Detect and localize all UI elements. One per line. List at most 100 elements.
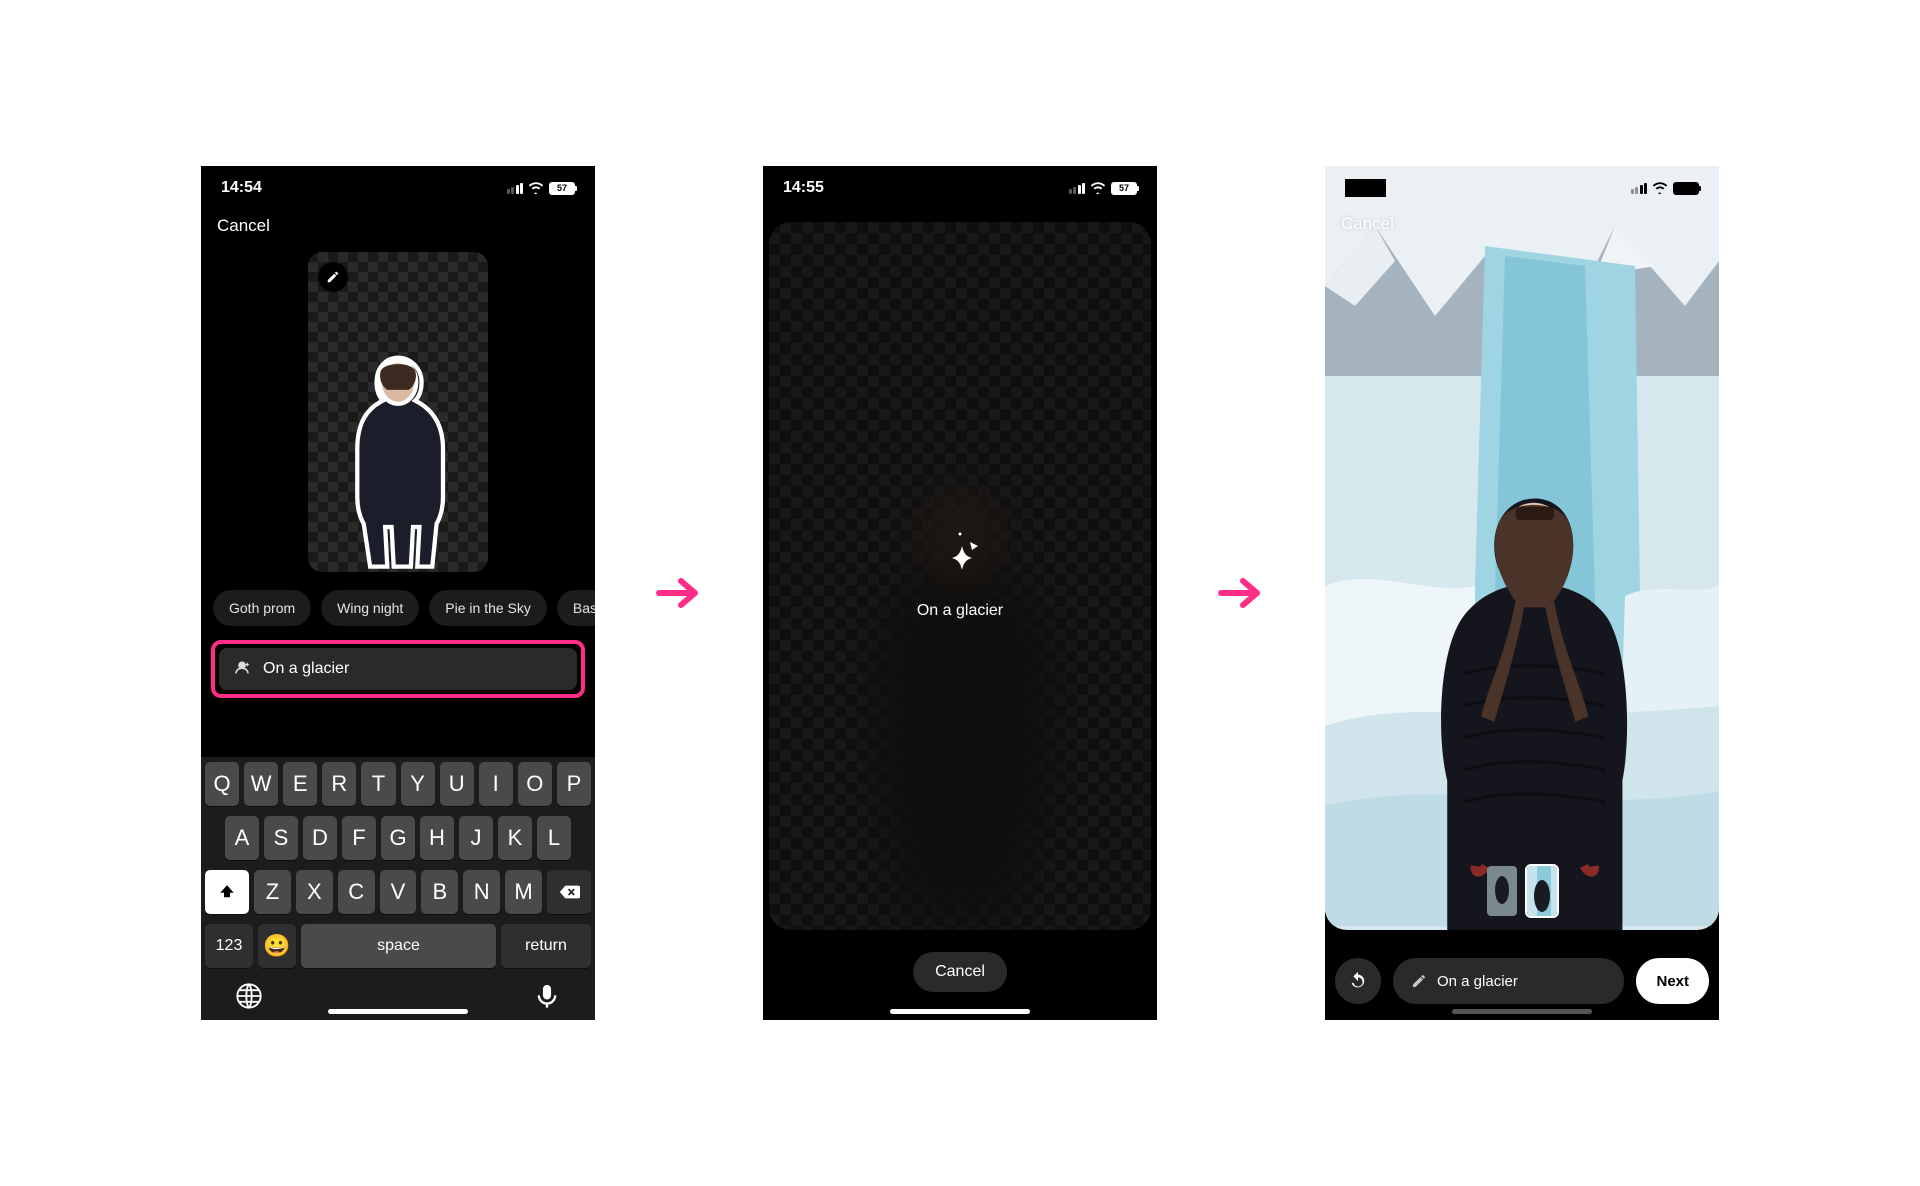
key-w[interactable]: W (244, 762, 278, 806)
key-h[interactable]: H (420, 816, 454, 860)
status-bar: 14:54 57 (201, 166, 595, 210)
keyboard: Q W E R T Y U I O P A S D F G H J K L Z … (201, 757, 595, 1020)
suggestion-chip[interactable]: Goth prom (213, 590, 311, 626)
pencil-icon (1411, 973, 1427, 989)
key-b[interactable]: B (421, 870, 458, 914)
status-indicators: 57 (507, 182, 576, 195)
keyboard-row-2: A S D F G H J K L (205, 816, 591, 860)
highlighted-input-area: On a glacier (211, 640, 585, 698)
pencil-icon (326, 270, 340, 284)
status-time: 14:55 (783, 179, 824, 197)
key-m[interactable]: M (505, 870, 542, 914)
prompt-text: On a glacier (1437, 973, 1518, 990)
key-x[interactable]: X (296, 870, 333, 914)
flow-arrow (655, 575, 703, 611)
home-indicator[interactable] (890, 1009, 1030, 1014)
suggestion-chip[interactable]: Wing night (321, 590, 419, 626)
loading-indicator: On a glacier (917, 532, 1003, 620)
battery-icon: 57 (1111, 182, 1137, 195)
key-z[interactable]: Z (254, 870, 291, 914)
subject-cutout (333, 347, 463, 572)
key-shift[interactable] (205, 870, 249, 914)
key-g[interactable]: G (381, 816, 415, 860)
image-preview (308, 252, 488, 572)
cancel-button[interactable]: Cancel (201, 210, 595, 236)
key-a[interactable]: A (225, 816, 259, 860)
phone-screen-2: 14:55 57 On a glacier Cancel (763, 166, 1157, 1020)
phone-screen-1: 14:54 57 Cancel Goth prom Wing night Pie… (201, 166, 595, 1020)
cellular-icon (1631, 183, 1648, 194)
key-r[interactable]: R (322, 762, 356, 806)
subject-blurred (820, 460, 1100, 930)
cancel-button[interactable]: Cancel (913, 952, 1007, 992)
key-e[interactable]: E (283, 762, 317, 806)
prompt-pill[interactable]: On a glacier (1393, 958, 1624, 1004)
key-c[interactable]: C (338, 870, 375, 914)
key-f[interactable]: F (342, 816, 376, 860)
regenerate-button[interactable] (1335, 958, 1381, 1004)
subject-result (1372, 460, 1672, 930)
mic-icon[interactable] (533, 982, 561, 1010)
key-j[interactable]: J (459, 816, 493, 860)
key-k[interactable]: K (498, 816, 532, 860)
keyboard-footer (205, 968, 591, 1014)
variant-thumbnails (1485, 864, 1559, 918)
loading-canvas: On a glacier (769, 222, 1151, 930)
status-bar: 14:56 53 (1325, 166, 1719, 210)
keyboard-row-1: Q W E R T Y U I O P (205, 762, 591, 806)
key-o[interactable]: O (518, 762, 552, 806)
backdrop-change-icon (233, 660, 251, 678)
loading-label: On a glacier (917, 602, 1003, 620)
prompt-input[interactable]: On a glacier (219, 648, 577, 690)
flow-arrow (1217, 575, 1265, 611)
key-emoji[interactable]: 😀 (258, 924, 296, 968)
wifi-icon (528, 182, 544, 194)
key-numbers[interactable]: 123 (205, 924, 253, 968)
wifi-icon (1090, 182, 1106, 194)
variant-thumbnail-active[interactable] (1525, 864, 1559, 918)
edit-button[interactable] (318, 262, 348, 292)
variant-thumbnail[interactable] (1485, 864, 1519, 918)
battery-icon: 53 (1673, 182, 1699, 195)
wifi-icon (1652, 182, 1668, 194)
suggestions-row: Goth prom Wing night Pie in the Sky Bask… (201, 590, 595, 626)
key-q[interactable]: Q (205, 762, 239, 806)
cellular-icon (1069, 183, 1086, 194)
next-button[interactable]: Next (1636, 958, 1709, 1004)
key-s[interactable]: S (264, 816, 298, 860)
key-i[interactable]: I (479, 762, 513, 806)
key-v[interactable]: V (380, 870, 417, 914)
backspace-icon (558, 883, 580, 901)
key-t[interactable]: T (361, 762, 395, 806)
key-return[interactable]: return (501, 924, 591, 968)
sparkle-icon (930, 532, 990, 582)
status-time: 14:54 (221, 179, 262, 197)
status-indicators: 53 (1631, 182, 1700, 195)
result-canvas: 14:56 53 Cancel (1325, 166, 1719, 930)
key-d[interactable]: D (303, 816, 337, 860)
status-indicators: 57 (1069, 182, 1138, 195)
suggestion-chip[interactable]: Pie in the Sky (429, 590, 547, 626)
globe-icon[interactable] (235, 982, 263, 1010)
home-indicator[interactable] (1452, 1009, 1592, 1014)
key-l[interactable]: L (537, 816, 571, 860)
shift-icon (218, 883, 236, 901)
keyboard-row-3: Z X C V B N M (205, 870, 591, 914)
key-n[interactable]: N (463, 870, 500, 914)
home-indicator[interactable] (328, 1009, 468, 1014)
keyboard-row-4: 123 😀 space return (205, 924, 591, 968)
key-backspace[interactable] (547, 870, 591, 914)
key-y[interactable]: Y (401, 762, 435, 806)
reload-icon (1347, 970, 1369, 992)
key-u[interactable]: U (440, 762, 474, 806)
phone-screen-3: 14:56 53 Cancel (1325, 166, 1719, 1020)
suggestion-chip[interactable]: Basket (557, 590, 595, 626)
prompt-text: On a glacier (263, 660, 563, 678)
cellular-icon (507, 183, 524, 194)
status-time: 14:56 (1345, 179, 1386, 197)
battery-icon: 57 (549, 182, 575, 195)
cancel-button[interactable]: Cancel (1341, 214, 1394, 234)
key-p[interactable]: P (557, 762, 591, 806)
key-space[interactable]: space (301, 924, 496, 968)
bottom-action-bar: On a glacier Next (1335, 958, 1709, 1004)
